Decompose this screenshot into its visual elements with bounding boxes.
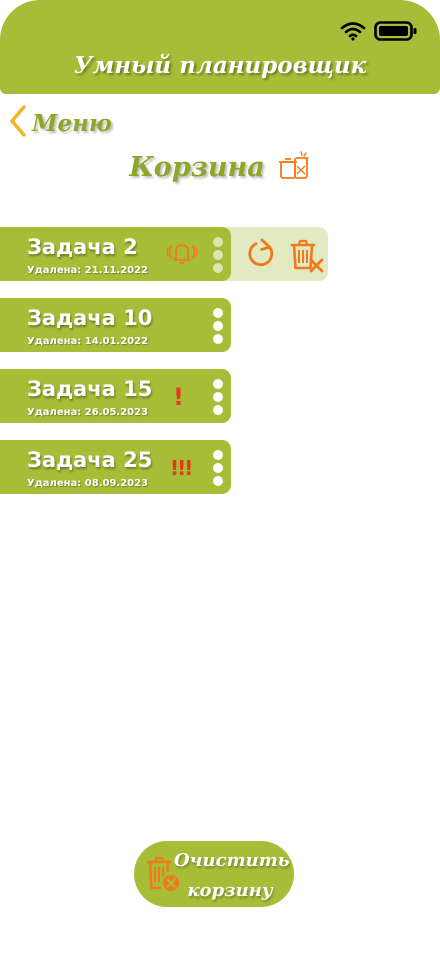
page-header: Корзина: [0, 148, 440, 186]
task-name: Задача 25: [27, 448, 153, 472]
app-title: Умный планировщик: [73, 52, 367, 79]
priority-icon: !!!: [170, 456, 193, 480]
task-name: Задача 2: [27, 235, 138, 259]
app-header: Умный планировщик: [0, 0, 440, 94]
task-card[interactable]: Задача 25 Удалена: 08.09.2023 !!!: [0, 440, 231, 494]
wifi-icon: [340, 21, 366, 45]
clear-basket-button[interactable]: Очистить корзину: [134, 841, 294, 907]
back-label: Меню: [32, 109, 112, 137]
dot: [213, 463, 223, 473]
status-bar: [340, 20, 418, 46]
dot: [213, 250, 223, 260]
task-name: Задача 15: [27, 377, 153, 401]
restore-icon[interactable]: [245, 238, 277, 274]
dot: [213, 308, 223, 318]
task-deleted-date: Удалена: 08.09.2023: [27, 478, 149, 489]
dot: [213, 321, 223, 331]
battery-icon: [374, 20, 418, 46]
dot: [213, 392, 223, 402]
swipe-actions: [215, 227, 328, 281]
task-card[interactable]: Задача 15 Удалена: 26.05.2023 !: [0, 369, 231, 423]
trash-bin-icon: [277, 148, 311, 186]
task-card[interactable]: Задача 2 Удалена: 21.11.2022: [0, 227, 231, 281]
dot: [213, 476, 223, 486]
task-name: Задача 10: [27, 306, 153, 330]
priority-icon: !: [173, 383, 184, 411]
dot: [213, 237, 223, 247]
dot: [213, 263, 223, 273]
task-deleted-date: Удалена: 14.01.2022: [27, 336, 149, 347]
dot: [213, 450, 223, 460]
dot: [213, 405, 223, 415]
delete-forever-icon[interactable]: [289, 238, 325, 278]
task-deleted-date: Удалена: 21.11.2022: [27, 265, 149, 276]
more-options-button[interactable]: [213, 237, 223, 273]
clear-basket-label: Очистить корзину: [174, 850, 290, 901]
more-options-button[interactable]: [213, 379, 223, 415]
more-options-button[interactable]: [213, 308, 223, 344]
chevron-left-icon: [8, 104, 28, 142]
dot: [213, 334, 223, 344]
page-title: Корзина: [129, 151, 265, 183]
task-card[interactable]: Задача 10 Удалена: 14.01.2022: [0, 298, 231, 352]
task-deleted-date: Удалена: 26.05.2023: [27, 407, 149, 418]
bell-icon: [166, 239, 198, 271]
back-button[interactable]: Меню: [8, 104, 112, 142]
more-options-button[interactable]: [213, 450, 223, 486]
dot: [213, 379, 223, 389]
